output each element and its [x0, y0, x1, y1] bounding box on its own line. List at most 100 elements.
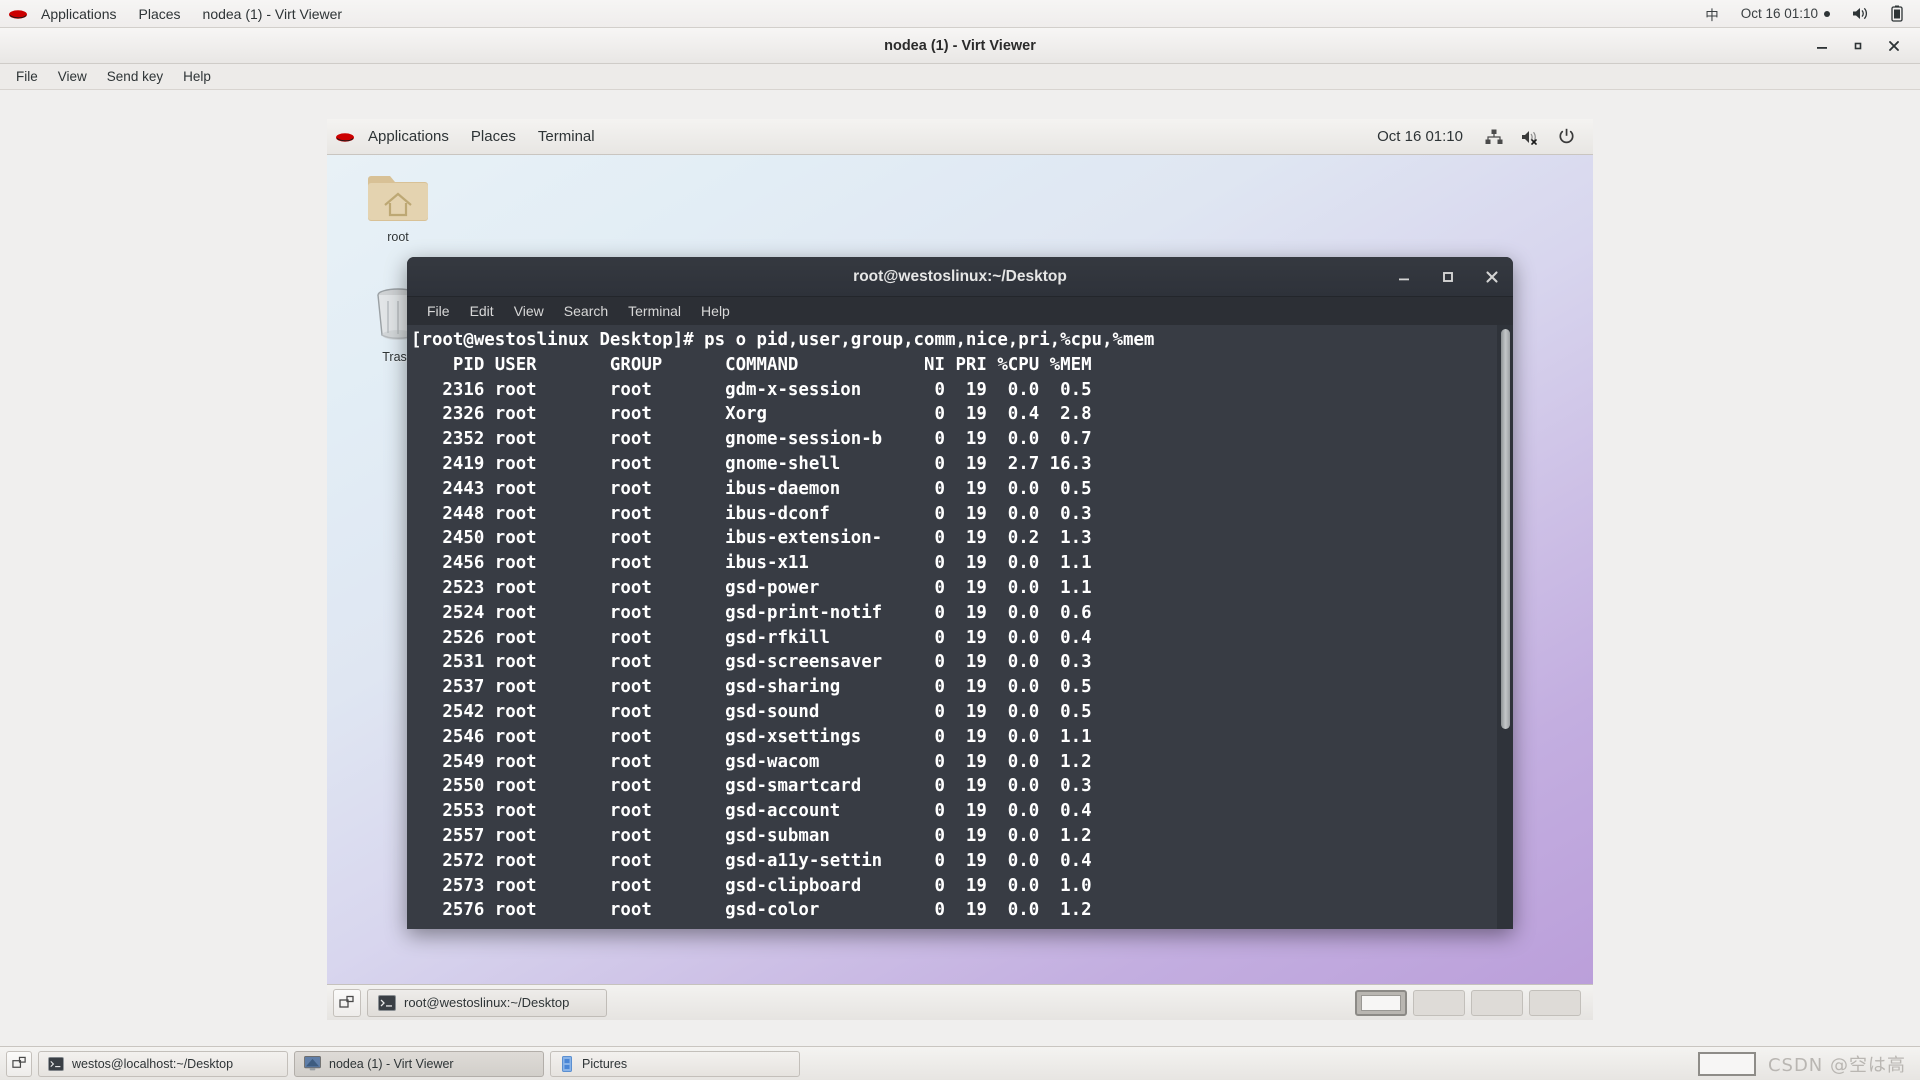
terminal-maximize-icon[interactable]: [1439, 268, 1457, 286]
terminal-minimize-icon[interactable]: [1395, 268, 1413, 286]
desktop-icon-home-label: root: [387, 230, 409, 244]
terminal-menu-help[interactable]: Help: [691, 297, 740, 325]
host-panel-status-area: 中 Oct 16 01:10: [1696, 0, 1920, 28]
terminal-menu-terminal-label: Terminal: [628, 303, 682, 319]
virt-menu-view-label: View: [57, 69, 87, 84]
terminal-close-icon[interactable]: [1483, 268, 1501, 286]
terminal-output[interactable]: [root@westoslinux Desktop]# ps o pid,use…: [407, 325, 1497, 929]
host-menu-applications-label: Applications: [41, 5, 117, 22]
vm-menu-places[interactable]: Places: [460, 119, 527, 155]
terminal-titlebar[interactable]: root@westoslinux:~/Desktop: [407, 257, 1513, 297]
display-icon: [304, 1056, 321, 1071]
notification-dot-icon: [1824, 10, 1830, 17]
vm-redhat-logo-icon: [335, 130, 355, 144]
terminal-icon: [48, 1056, 64, 1071]
input-method-indicator[interactable]: 中: [1696, 0, 1728, 28]
vm-menu-terminal-label: Terminal: [537, 128, 595, 145]
host-task-button-westos-terminal-label: westos@localhost:~/Desktop: [72, 1056, 234, 1071]
vm-workspace-1[interactable]: [1355, 989, 1407, 1016]
terminal-menubar: File Edit View Search Terminal Help: [407, 297, 1513, 325]
host-task-button-virt-viewer[interactable]: nodea (1) - Virt Viewer: [294, 1050, 544, 1077]
terminal-menu-file-label: File: [427, 303, 450, 319]
terminal-menu-help-label: Help: [701, 303, 730, 319]
virt-viewer-window-controls: [1814, 28, 1912, 64]
virt-close-icon[interactable]: [1886, 38, 1902, 54]
vm-menu-applications-label: Applications: [368, 128, 449, 145]
host-clock[interactable]: Oct 16 01:10: [1732, 0, 1839, 28]
host-taskbar: westos@localhost:~/Desktop nodea (1) - V…: [0, 1046, 1920, 1080]
vm-panel-status-area: Oct 16 01:10: [1365, 119, 1593, 155]
terminal-menu-terminal[interactable]: Terminal: [618, 297, 691, 325]
vm-menu-applications[interactable]: Applications: [357, 119, 460, 155]
virt-menu-send-key[interactable]: Send key: [97, 64, 173, 90]
terminal-icon: [378, 994, 396, 1011]
virt-menu-help[interactable]: Help: [173, 64, 221, 90]
host-menu-applications[interactable]: Applications: [30, 0, 128, 28]
vm-show-desktop-button[interactable]: [333, 988, 361, 1017]
desktop-icon-home[interactable]: root: [355, 169, 441, 244]
terminal-menu-search[interactable]: Search: [554, 297, 618, 325]
vm-menu-terminal[interactable]: Terminal: [527, 119, 606, 155]
terminal-menu-edit-label: Edit: [469, 303, 494, 319]
virt-menu-file-label: File: [16, 69, 38, 84]
vm-volume-muted-icon[interactable]: [1513, 119, 1548, 155]
host-task-button-westos-terminal[interactable]: westos@localhost:~/Desktop: [38, 1050, 288, 1077]
vm-network-icon[interactable]: [1477, 119, 1511, 155]
home-folder-icon: [365, 169, 431, 225]
vm-workspace-3[interactable]: [1471, 989, 1523, 1016]
terminal-menu-edit[interactable]: Edit: [460, 297, 504, 325]
virt-minimize-icon[interactable]: [1814, 38, 1830, 54]
terminal-menu-view-label: View: [513, 303, 544, 319]
host-menu-window-title-label: nodea (1) - Virt Viewer: [202, 5, 343, 22]
terminal-menu-view[interactable]: View: [504, 297, 554, 325]
terminal-body[interactable]: [root@westoslinux Desktop]# ps o pid,use…: [407, 325, 1513, 929]
vm-taskbar: root@westoslinux:~/Desktop: [327, 984, 1593, 1020]
virt-menu-file[interactable]: File: [6, 64, 48, 90]
host-top-panel: Applications Places nodea (1) - Virt Vie…: [0, 0, 1920, 28]
terminal-title: root@westoslinux:~/Desktop: [853, 267, 1067, 285]
host-show-desktop-button[interactable]: [6, 1050, 32, 1077]
terminal-window-controls: [1395, 257, 1501, 297]
vm-guest-screen: Applications Places Terminal Oct 16 01:1…: [327, 119, 1593, 1020]
virt-viewer-titlebar[interactable]: nodea (1) - Virt Viewer: [0, 28, 1920, 64]
host-taskbar-right-zone: CSDN @空は高: [1697, 1051, 1914, 1077]
host-menu-places-label: Places: [138, 5, 181, 22]
terminal-window: root@westoslinux:~/Desktop File Edit Vie…: [407, 257, 1513, 929]
host-task-button-pictures[interactable]: Pictures: [550, 1050, 800, 1077]
vm-workspace-switcher: [1355, 989, 1587, 1016]
host-menu-places[interactable]: Places: [128, 0, 192, 28]
virt-viewer-title: nodea (1) - Virt Viewer: [884, 37, 1036, 54]
vm-power-icon[interactable]: [1550, 119, 1583, 155]
host-menu-window-title[interactable]: nodea (1) - Virt Viewer: [192, 0, 354, 28]
vm-desktop[interactable]: 西部开源 root: [327, 155, 1593, 984]
virt-viewer-window: nodea (1) - Virt Viewer File View Send k…: [0, 28, 1920, 1062]
vm-clock-label: Oct 16 01:10: [1377, 128, 1463, 145]
vm-clock[interactable]: Oct 16 01:10: [1365, 128, 1475, 145]
virt-maximize-icon[interactable]: [1850, 38, 1866, 54]
vm-top-panel: Applications Places Terminal Oct 16 01:1…: [327, 119, 1593, 155]
redhat-logo-icon: [8, 7, 28, 21]
host-clock-label: Oct 16 01:10: [1740, 6, 1818, 21]
virt-menu-send-key-label: Send key: [106, 69, 164, 84]
terminal-scrollbar-thumb[interactable]: [1501, 329, 1510, 729]
csdn-watermark: CSDN @空は高: [1767, 1054, 1906, 1076]
terminal-menu-file[interactable]: File: [417, 297, 460, 325]
terminal-menu-search-label: Search: [563, 303, 609, 319]
host-battery-icon[interactable]: [1882, 0, 1912, 28]
host-volume-icon[interactable]: [1843, 0, 1878, 28]
virt-menu-view[interactable]: View: [48, 64, 97, 90]
input-method-label: 中: [1705, 7, 1719, 23]
vm-workspace-4[interactable]: [1529, 989, 1581, 1016]
virt-menu-help-label: Help: [183, 69, 211, 84]
vm-task-button-terminal-label: root@westoslinux:~/Desktop: [404, 995, 570, 1010]
host-task-button-virt-viewer-label: nodea (1) - Virt Viewer: [329, 1056, 454, 1071]
vm-workspace-2[interactable]: [1413, 989, 1465, 1016]
host-workspace-switcher[interactable]: [1697, 1051, 1756, 1076]
folder-icon: [560, 1055, 574, 1072]
vm-workspace-1-preview: [1361, 994, 1401, 1011]
host-task-button-pictures-label: Pictures: [582, 1056, 628, 1071]
vm-menu-places-label: Places: [470, 128, 516, 145]
virt-viewer-menubar: File View Send key Help: [0, 64, 1920, 90]
vm-task-button-terminal[interactable]: root@westoslinux:~/Desktop: [367, 988, 607, 1017]
terminal-scrollbar[interactable]: [1497, 325, 1513, 929]
